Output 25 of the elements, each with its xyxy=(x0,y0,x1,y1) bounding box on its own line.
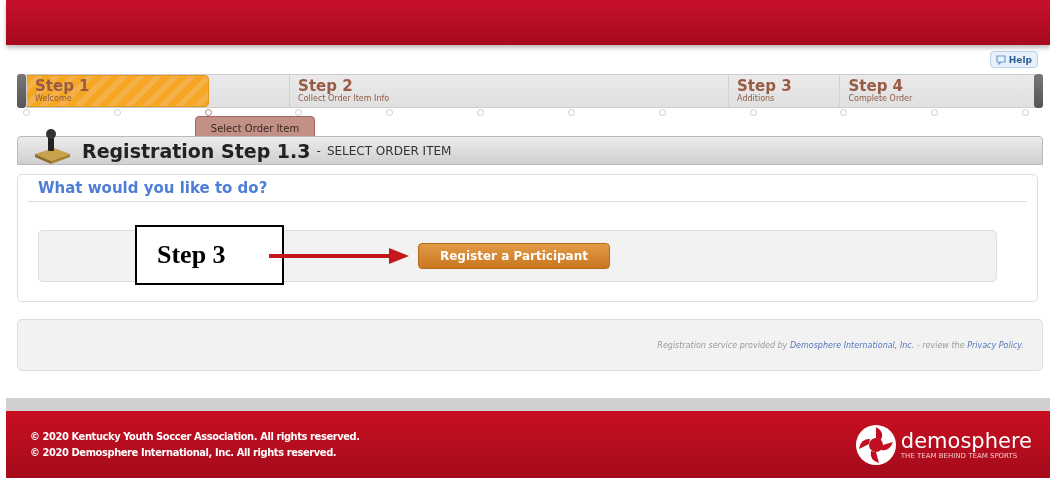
step-subtitle: Additions xyxy=(737,94,775,104)
step-title: Step 1 xyxy=(35,79,91,94)
title-separator: - xyxy=(316,143,321,158)
step-subtitle: Collect Order Item Info xyxy=(298,94,391,104)
service-note: Registration service provided by Demosphere International, Inc. - review the Privacy Policy. xyxy=(657,340,1024,350)
help-button[interactable]: Help xyxy=(989,51,1038,68)
logo-wordmark: demosphere xyxy=(900,429,1032,452)
step-title: Step 3 xyxy=(737,79,793,94)
section-heading: What would you like to do? xyxy=(28,179,1027,202)
copyright-text: © 2020 Kentucky Youth Soccer Association. All rights reserved. xyxy=(30,430,360,443)
step-title: Step 2 xyxy=(298,79,354,94)
company-link[interactable]: Demosphere International, Inc. xyxy=(789,340,915,350)
step-subtitle: Complete Order xyxy=(848,94,914,104)
page-title: Registration Step 1.3 xyxy=(82,139,311,162)
annotation-label: Step 3 xyxy=(135,225,284,285)
page-subtitle: SELECT ORDER ITEM xyxy=(326,143,452,158)
register-button[interactable]: Register a Participant xyxy=(418,243,610,269)
step-subtitle: Welcome xyxy=(35,94,72,104)
track-end-cap xyxy=(1034,74,1043,108)
logo-icon xyxy=(854,423,897,466)
step-title: Step 4 xyxy=(848,79,904,94)
track-end-cap xyxy=(17,74,26,108)
stamp-icon xyxy=(32,127,72,164)
copyright-text: © 2020 Demosphere International, Inc. All rights reserved. xyxy=(30,446,338,459)
chat-icon xyxy=(995,54,1006,65)
